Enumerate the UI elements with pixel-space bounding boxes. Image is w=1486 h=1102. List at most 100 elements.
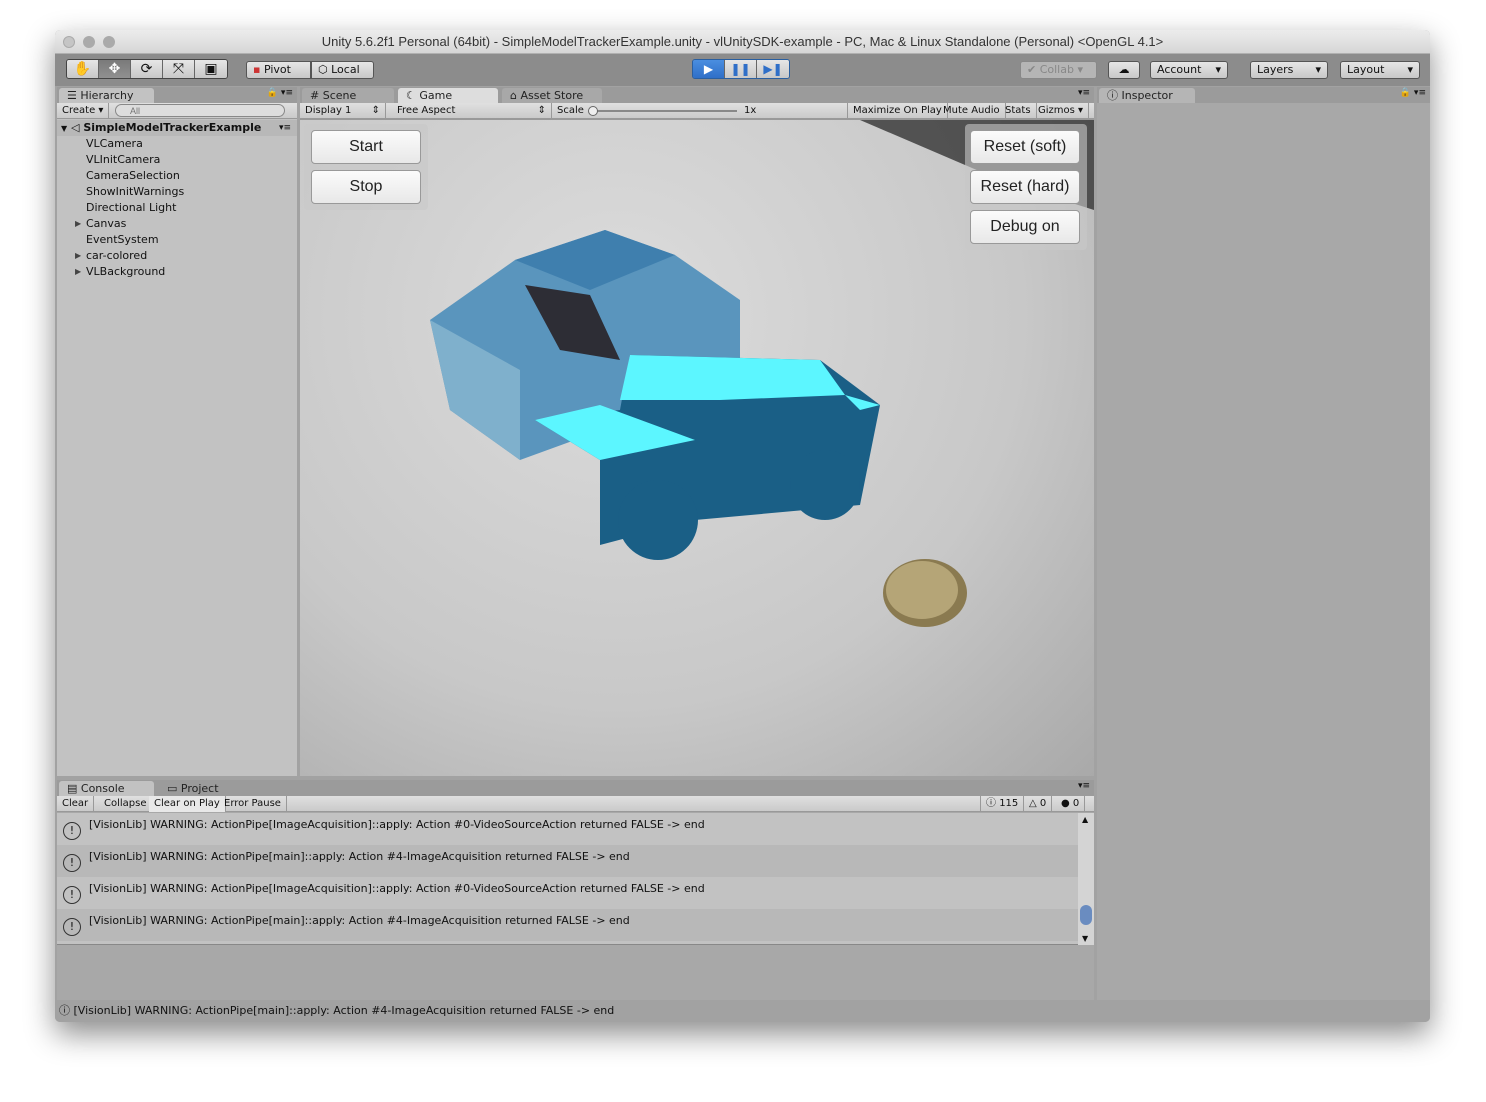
gizmos-label: Gizmos [1038, 105, 1075, 116]
rotate-icon[interactable]: ⟳ [131, 60, 163, 78]
console-scrollbar[interactable]: ▲ ▼ [1078, 813, 1094, 945]
console-log-entry[interactable]: ! [VisionLib] WARNING: ActionPipe[ImageAc… [57, 877, 1078, 909]
hierarchy-search-input[interactable] [115, 104, 285, 117]
scale-slider[interactable]: Scale 1x [552, 103, 848, 119]
hierarchy-item[interactable]: EventSystem [86, 233, 159, 246]
tab-project[interactable]: ▭ Project [159, 781, 254, 796]
error-pause-toggle[interactable]: Error Pause [219, 796, 287, 812]
clear-on-play-toggle[interactable]: Clear on Play [149, 796, 226, 812]
scene-name: SimpleModelTrackerExample [83, 121, 262, 134]
info-icon: ! [63, 886, 81, 904]
scale-icon[interactable]: ⤧ [163, 60, 195, 78]
info-icon: ! [63, 918, 81, 936]
hierarchy-item[interactable]: VLInitCamera [86, 153, 160, 166]
stats-toggle[interactable]: Stats [1000, 103, 1037, 119]
asset-store-tab-label: Asset Store [520, 89, 584, 102]
layout-dropdown[interactable]: Layout ▾ [1340, 61, 1420, 79]
coin-face [886, 561, 958, 619]
cloud-icon[interactable]: ☁ [1108, 61, 1140, 79]
gizmos-dropdown[interactable]: Gizmos ▾ [1033, 103, 1090, 119]
log-message: [VisionLib] WARNING: ActionPipe[main]::a… [89, 850, 630, 863]
hierarchy-item[interactable]: Canvas [86, 217, 126, 230]
status-bar[interactable]: ⓘ [VisionLib] WARNING: ActionPipe[main]:… [55, 1000, 1430, 1022]
scale-label: Scale [557, 105, 584, 116]
game-panel: # Scene ☾ Game ⌂ Asset Store ▾≡ Display … [300, 87, 1094, 776]
console-menu-icon[interactable]: ▾≡ [1078, 781, 1090, 791]
transform-tools: ✋ ✥ ⟳ ⤧ ▣ [66, 59, 228, 79]
window-title: Unity 5.6.2f1 Personal (64bit) - SimpleM… [321, 34, 1164, 49]
display-dropdown[interactable]: Display 1 ⇕ [300, 103, 386, 119]
inspector-tab-label: Inspector [1121, 89, 1173, 102]
collab-button[interactable]: ✔ Collab ▾ [1020, 61, 1097, 79]
hierarchy-item[interactable]: car-colored [86, 249, 147, 262]
status-message: [VisionLib] WARNING: ActionPipe[main]::a… [73, 1004, 615, 1017]
hierarchy-item[interactable]: Directional Light [86, 201, 176, 214]
start-button[interactable]: Start [311, 130, 421, 164]
tab-hierarchy[interactable]: ☰ Hierarchy [59, 88, 154, 103]
local-button[interactable]: ⬡ Local [311, 61, 374, 79]
clear-button[interactable]: Clear [57, 796, 95, 812]
lock-icon[interactable]: 🔒 ▾≡ [267, 88, 293, 98]
hierarchy-item[interactable]: CameraSelection [86, 169, 180, 182]
scene-root[interactable]: ▼ ◁ SimpleModelTrackerExample ▾≡ [57, 120, 297, 136]
tab-asset-store[interactable]: ⌂ Asset Store [502, 88, 602, 103]
scroll-up-icon[interactable]: ▲ [1082, 815, 1088, 824]
error-count-toggle[interactable]: ● 0 [1056, 796, 1086, 812]
hierarchy-item[interactable]: VLCamera [86, 137, 143, 150]
warning-count: 0 [1039, 798, 1047, 809]
reset-hard-button[interactable]: Reset (hard) [970, 170, 1080, 204]
account-label: Account [1157, 63, 1202, 76]
layers-dropdown[interactable]: Layers ▾ [1250, 61, 1328, 79]
console-log-entry[interactable]: ! [VisionLib] WARNING: ActionPipe[main]::… [57, 909, 1078, 941]
layout-label: Layout [1347, 63, 1385, 76]
console-log-entry[interactable]: ! [VisionLib] WARNING: ActionPipe[ImageAc… [57, 813, 1078, 845]
expand-arrow-icon[interactable]: ▶ [75, 251, 81, 260]
mute-audio-toggle[interactable]: Mute Audio [938, 103, 1006, 119]
minimize-window-button[interactable] [83, 36, 95, 48]
warning-count-toggle[interactable]: △ 0 [1024, 796, 1053, 812]
rect-icon[interactable]: ▣ [195, 60, 227, 78]
close-window-button[interactable] [63, 36, 75, 48]
tab-console[interactable]: ▤ Console [59, 781, 154, 796]
pause-icon[interactable]: ❚❚ [725, 60, 757, 78]
info-count-toggle[interactable]: ⓘ 115 [980, 796, 1025, 812]
scene-menu-icon[interactable]: ▾≡ [279, 120, 291, 136]
inspector-panel: ⓘ Inspector 🔒 ▾≡ [1097, 87, 1430, 1000]
scale-value: 1x [744, 105, 757, 116]
aspect-dropdown[interactable]: Free Aspect ⇕ [392, 103, 552, 119]
reset-soft-button[interactable]: Reset (soft) [970, 130, 1080, 164]
inspector-lock-icon[interactable]: 🔒 ▾≡ [1400, 88, 1426, 98]
maximize-on-play-toggle[interactable]: Maximize On Play [848, 103, 948, 119]
play-icon[interactable]: ▶ [693, 60, 725, 78]
tab-inspector[interactable]: ⓘ Inspector [1099, 88, 1195, 103]
info-icon: ! [63, 822, 81, 840]
hierarchy-item[interactable]: ShowInitWarnings [86, 185, 184, 198]
stop-button[interactable]: Stop [311, 170, 421, 204]
scale-handle[interactable] [588, 106, 598, 116]
move-icon[interactable]: ✥ [99, 60, 131, 78]
hand-icon[interactable]: ✋ [67, 60, 99, 78]
scroll-thumb[interactable] [1080, 905, 1092, 925]
debug-button[interactable]: Debug on [970, 210, 1080, 244]
collapse-button[interactable]: Collapse [99, 796, 153, 812]
pivot-button[interactable]: ▪ Pivot [246, 61, 311, 79]
game-tab-label: Game [419, 89, 453, 102]
expand-arrow-icon[interactable]: ▶ [75, 219, 81, 228]
panel-menu-icon[interactable]: ▾≡ [1078, 88, 1090, 98]
account-dropdown[interactable]: Account ▾ [1150, 61, 1228, 79]
collab-label: Collab [1039, 63, 1074, 76]
info-icon: ⓘ [1107, 89, 1118, 102]
title-bar: Unity 5.6.2f1 Personal (64bit) - SimpleM… [55, 30, 1430, 54]
console-log-entry[interactable]: ! [VisionLib] WARNING: ActionPipe[main]::… [57, 845, 1078, 877]
tab-scene[interactable]: # Scene [302, 88, 394, 103]
create-dropdown[interactable]: Create ▾ [57, 103, 110, 119]
game-viewport[interactable]: Start Stop Reset (soft) Reset (hard) Deb… [300, 120, 1094, 776]
expand-arrow-icon[interactable]: ▶ [75, 267, 81, 276]
tab-game[interactable]: ☾ Game [398, 88, 498, 103]
zoom-window-button[interactable] [103, 36, 115, 48]
console-log-list: ▲ ▼ ! [VisionLib] WARNING: ActionPipe[Ima… [57, 813, 1094, 945]
hierarchy-item[interactable]: VLBackground [86, 265, 165, 278]
hierarchy-panel: ☰ Hierarchy🔒 ▾≡ Create ▾ ▼ ◁ SimpleModel… [57, 87, 297, 776]
step-icon[interactable]: ▶❚ [757, 60, 789, 78]
scroll-down-icon[interactable]: ▼ [1082, 934, 1088, 943]
